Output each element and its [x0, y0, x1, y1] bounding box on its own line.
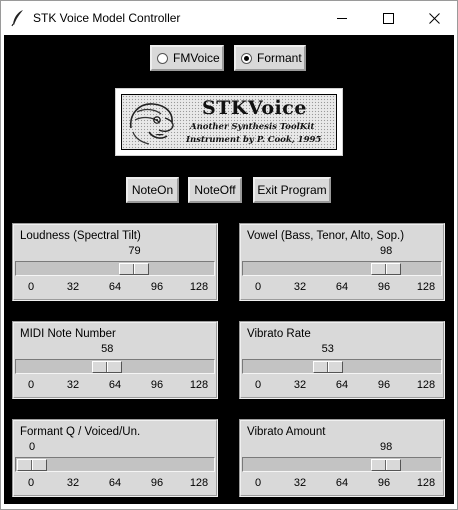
- slider-value: 0: [28, 441, 36, 453]
- slider-tick: 128: [416, 379, 436, 391]
- slider-thumb[interactable]: [371, 459, 402, 471]
- slider-tick: 64: [108, 379, 122, 391]
- logo-title: STKVoice: [202, 97, 307, 119]
- logo-image: STKVoice Another Synthesis ToolKit Instr…: [121, 94, 337, 150]
- slider-thumb[interactable]: [92, 361, 123, 373]
- slider-tick: 32: [293, 281, 307, 293]
- slider-panel-formant-q: Formant Q / Voiced/Un. 0 0 32 64 96 128: [12, 419, 218, 497]
- slider-thumb[interactable]: [312, 361, 343, 373]
- stkvoice-logo: STKVoice Another Synthesis ToolKit Instr…: [115, 88, 343, 156]
- fmvoice-radio[interactable]: FMVoice: [150, 45, 224, 71]
- slider-tick: 32: [293, 379, 307, 391]
- slider-trough[interactable]: [15, 359, 215, 374]
- slider-thumb[interactable]: [119, 263, 150, 275]
- slider-panel-loudness: Loudness (Spectral Tilt) 79 0 32 64 96 1…: [12, 223, 218, 301]
- slider-panel-midi-note: MIDI Note Number 58 0 32 64 96 128: [12, 321, 218, 399]
- close-button[interactable]: [411, 1, 457, 35]
- slider-label: Formant Q / Voiced/Un.: [20, 426, 141, 438]
- note-on-button[interactable]: NoteOn: [126, 177, 179, 203]
- close-icon: [428, 12, 440, 24]
- radio-indicator: [157, 52, 168, 64]
- window-title: STK Voice Model Controller: [33, 11, 181, 25]
- exit-program-button[interactable]: Exit Program: [253, 177, 331, 203]
- singer-face-icon: [129, 103, 174, 145]
- slider-tick: 128: [416, 477, 436, 489]
- slider-tick: 96: [150, 477, 164, 489]
- slider-panel-vibrato-amount: Vibrato Amount 98 0 32 64 96 128: [239, 419, 445, 497]
- slider-label: Vowel (Bass, Tenor, Alto, Sop.): [247, 230, 405, 242]
- slider-tick: 128: [189, 477, 209, 489]
- slider-tick: 32: [66, 477, 80, 489]
- slider-value: 58: [101, 343, 114, 355]
- slider-tick: 0: [254, 477, 262, 489]
- slider-tick: 64: [108, 477, 122, 489]
- slider-tick: 32: [66, 379, 80, 391]
- slider-trough[interactable]: [15, 457, 215, 472]
- slider-tick: 0: [27, 379, 35, 391]
- slider-tick: 96: [150, 379, 164, 391]
- app-window: STK Voice Model Controller FMVoice Forma…: [0, 0, 458, 510]
- maximize-icon: [382, 12, 394, 24]
- slider-tick: 64: [335, 477, 349, 489]
- slider-value: 98: [379, 441, 393, 453]
- slider-thumb[interactable]: [17, 459, 47, 471]
- slider-label: Vibrato Amount: [247, 426, 326, 438]
- slider-tick: 64: [335, 281, 349, 293]
- slider-trough[interactable]: [242, 261, 442, 276]
- slider-value: 53: [321, 343, 334, 355]
- slider-label: Vibrato Rate: [247, 328, 311, 340]
- slider-value: 98: [379, 245, 393, 257]
- formant-radio[interactable]: Formant: [234, 45, 306, 71]
- slider-panel-vibrato-rate: Vibrato Rate 53 0 32 64 96 128: [239, 321, 445, 399]
- slider-thumb[interactable]: [371, 263, 402, 275]
- slider-trough[interactable]: [15, 261, 215, 276]
- slider-trough[interactable]: [242, 359, 442, 374]
- slider-tick: 128: [416, 281, 436, 293]
- minimize-icon: [336, 17, 347, 19]
- slider-label: Loudness (Spectral Tilt): [20, 230, 141, 242]
- logo-subtitle: Another Synthesis ToolKit: [190, 122, 315, 132]
- slider-tick: 96: [150, 281, 164, 293]
- slider-tick: 128: [189, 379, 209, 391]
- radio-indicator-selected: [241, 52, 252, 64]
- slider-tick: 64: [335, 379, 349, 391]
- feather-icon: [11, 10, 23, 27]
- slider-tick: 128: [189, 281, 209, 293]
- title-bar[interactable]: STK Voice Model Controller: [1, 1, 457, 35]
- formant-label: Formant: [257, 51, 302, 65]
- maximize-button[interactable]: [365, 1, 411, 35]
- client-area: FMVoice Formant STKVoice Another Synthes…: [4, 35, 454, 504]
- minimize-button[interactable]: [319, 1, 365, 35]
- slider-tick: 64: [108, 281, 122, 293]
- slider-tick: 0: [254, 379, 262, 391]
- slider-panel-vowel: Vowel (Bass, Tenor, Alto, Sop.) 98 0 32 …: [239, 223, 445, 301]
- slider-tick: 32: [293, 477, 307, 489]
- note-off-button[interactable]: NoteOff: [188, 177, 242, 203]
- slider-tick: 32: [66, 281, 80, 293]
- slider-tick: 96: [377, 477, 391, 489]
- slider-tick: 0: [254, 281, 262, 293]
- slider-trough[interactable]: [242, 457, 442, 472]
- logo-credit: Instrument by P. Cook, 1995: [186, 135, 322, 145]
- slider-tick: 96: [377, 379, 391, 391]
- slider-tick: 0: [27, 281, 35, 293]
- slider-value: 79: [128, 245, 141, 257]
- slider-tick: 96: [377, 281, 391, 293]
- slider-label: MIDI Note Number: [20, 328, 116, 340]
- slider-tick: 0: [27, 477, 35, 489]
- fmvoice-label: FMVoice: [173, 51, 220, 65]
